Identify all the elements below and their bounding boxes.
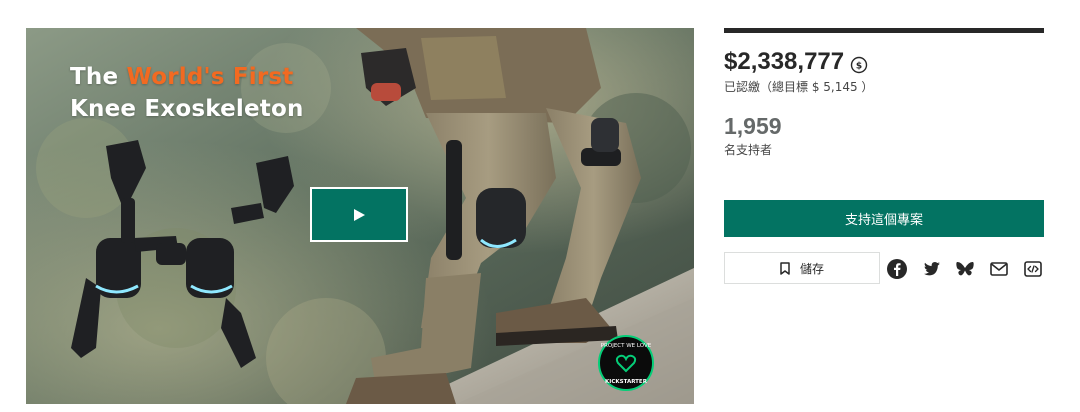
- save-label: 儲存: [799, 261, 824, 276]
- facebook-icon[interactable]: [886, 258, 908, 280]
- project-we-love-badge: PROJECT WE LOVE KICKSTARTER: [598, 335, 654, 391]
- funding-progress-bar: [724, 28, 1044, 33]
- svg-text:$: $: [856, 62, 862, 72]
- play-icon: [354, 208, 365, 221]
- backers-count: 1,959: [724, 113, 782, 139]
- pledged-amount-value: $2,338,777: [724, 48, 845, 75]
- save-button[interactable]: 儲存: [724, 252, 880, 284]
- hero-title: The World's First Knee Exoskeleton: [70, 61, 304, 125]
- pledged-amount: $2,338,777 $: [724, 48, 868, 76]
- currency-conversion-icon[interactable]: $: [850, 53, 868, 74]
- backers-label: 名支持者: [724, 143, 773, 157]
- funding-progress-fill: [724, 28, 1044, 33]
- bookmark-icon: [780, 261, 790, 275]
- twitter-icon[interactable]: [920, 258, 942, 280]
- back-this-project-button[interactable]: 支持這個專案: [724, 200, 1044, 237]
- badge-text-top: PROJECT WE LOVE: [601, 343, 652, 349]
- embed-icon[interactable]: [1022, 258, 1044, 280]
- badge-text-bottom: KICKSTARTER: [605, 379, 648, 385]
- hero-title-line2: Knee Exoskeleton: [70, 96, 304, 122]
- bluesky-icon[interactable]: [954, 258, 976, 280]
- hero-title-accent: World's First: [126, 64, 294, 90]
- project-video[interactable]: The World's First Knee Exoskeleton PROJE…: [26, 28, 694, 404]
- hero-title-prefix: The: [70, 64, 127, 90]
- email-icon[interactable]: [988, 258, 1010, 280]
- play-video-button[interactable]: [310, 187, 408, 242]
- pledged-goal-label: 已認繳（總目標 $ 5,145 ）: [724, 80, 874, 94]
